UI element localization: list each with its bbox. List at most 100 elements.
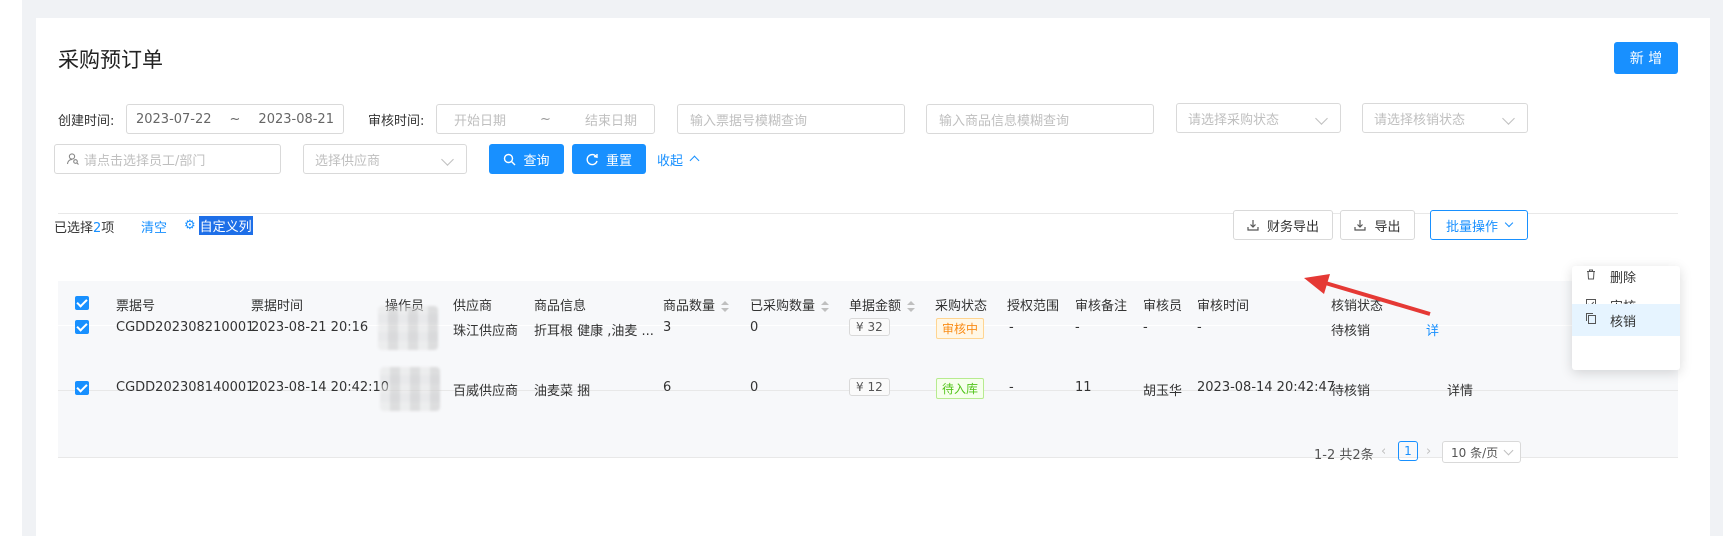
ticket-search-placeholder: 输入票据号模糊查询 xyxy=(690,113,808,129)
download-icon xyxy=(1247,220,1259,231)
row-purchased: 0 xyxy=(750,320,759,335)
purchase-status-select[interactable]: 请选择采购状态 xyxy=(1176,103,1341,133)
menu-item-writeoff-label: 核销 xyxy=(1610,314,1637,330)
header-audit-time: 审核时间 xyxy=(1197,299,1250,314)
sort-icon xyxy=(721,300,730,313)
sort-icon xyxy=(907,300,916,313)
purchase-status-placeholder: 请选择采购状态 xyxy=(1188,112,1280,128)
row-auditor: - xyxy=(1143,320,1148,335)
staff-select-placeholder: 请点击选择员工/部门 xyxy=(84,153,206,169)
header-auditor: 审核员 xyxy=(1143,299,1183,314)
header-scope: 授权范围 xyxy=(1007,299,1060,314)
writeoff-status-select[interactable]: 请选择核销状态 xyxy=(1362,103,1528,133)
created-end-date[interactable]: 2023-08-21 xyxy=(258,112,334,127)
row-scope: - xyxy=(1009,320,1014,335)
row-checkbox[interactable] xyxy=(75,381,89,395)
header-purchased-label: 已采购数量 xyxy=(750,299,816,314)
header-audit-remark: 审核备注 xyxy=(1075,299,1128,314)
prev-page-icon[interactable]: ‹ xyxy=(1381,444,1386,459)
page-title: 采购预订单 xyxy=(58,48,163,72)
header-amount[interactable]: 单据金额 xyxy=(849,295,916,314)
header-ticket: 票据号 xyxy=(116,299,156,314)
row-scope: - xyxy=(1009,380,1014,395)
reset-button-label: 重置 xyxy=(605,153,632,169)
copy-icon xyxy=(1586,313,1598,327)
row-time: 2023-08-14 20:42:10 xyxy=(251,380,390,395)
header-amount-label: 单据金额 xyxy=(849,299,902,314)
audit-start-date[interactable]: 开始日期 xyxy=(454,110,506,129)
search-icon xyxy=(504,153,516,165)
download-icon xyxy=(1354,220,1367,231)
row-product: 折耳根 健康 ,油麦 ... xyxy=(534,324,654,339)
supplier-select-placeholder: 选择供应商 xyxy=(315,153,381,169)
pagination-summary: 1-2 共2条 xyxy=(1314,448,1374,463)
chevron-down-icon xyxy=(1503,445,1514,456)
header-purchased[interactable]: 已采购数量 xyxy=(750,295,830,314)
created-time-label: 创建时间: xyxy=(58,114,115,129)
next-page-icon[interactable]: › xyxy=(1426,444,1431,459)
reset-button[interactable]: 重置 xyxy=(572,144,646,174)
header-purchase-status: 采购状态 xyxy=(935,299,988,314)
export-button[interactable]: 导出 xyxy=(1340,210,1415,240)
row-purchased: 0 xyxy=(750,380,759,395)
batch-operations-button[interactable]: 批量操作 xyxy=(1430,210,1528,240)
trash-icon xyxy=(1586,269,1598,283)
supplier-select[interactable]: 选择供应商 xyxy=(303,144,467,174)
gear-icon: ⚙ xyxy=(184,218,196,233)
product-search-input[interactable]: 输入商品信息模糊查询 xyxy=(926,104,1154,134)
menu-item-delete[interactable]: 删除 xyxy=(1572,260,1680,292)
table-row[interactable]: CGDD202308140001 2023-08-14 20:42:10 百威供… xyxy=(58,367,1678,458)
select-all-checkbox[interactable] xyxy=(75,296,89,310)
header-supplier: 供应商 xyxy=(453,299,493,314)
row-remark: - xyxy=(1075,320,1080,335)
row-details-link[interactable]: 详情 xyxy=(1447,380,1473,399)
batch-operations-menu: 删除 审核 核销 xyxy=(1572,266,1680,370)
header-product: 商品信息 xyxy=(534,299,587,314)
finance-export-label: 财务导出 xyxy=(1266,219,1319,235)
date-separator: ~ xyxy=(229,111,241,127)
reload-icon xyxy=(586,153,598,165)
audit-time-label: 审核时间: xyxy=(368,114,425,129)
row-quantity: 3 xyxy=(663,320,672,335)
page-size-select[interactable]: 10 条/页 xyxy=(1442,441,1521,463)
audit-date-range[interactable]: 开始日期 ~ 结束日期 xyxy=(436,104,655,134)
menu-item-delete-label: 删除 xyxy=(1610,270,1637,286)
staff-select-input[interactable]: 请点击选择员工/部门 xyxy=(54,144,281,174)
add-button[interactable]: 新 增 xyxy=(1614,42,1678,74)
row-checkbox[interactable] xyxy=(75,320,89,334)
row-remark: 11 xyxy=(1075,380,1092,395)
ticket-search-input[interactable]: 输入票据号模糊查询 xyxy=(677,104,905,134)
row-amount: ¥ 12 xyxy=(849,378,890,396)
selection-prefix: 已选择 xyxy=(54,221,94,236)
created-start-date[interactable]: 2023-07-22 xyxy=(136,112,212,127)
custom-columns-label: 自定义列 xyxy=(198,216,253,235)
batch-operations-label: 批量操作 xyxy=(1445,219,1498,235)
chevron-down-icon xyxy=(1504,218,1514,228)
annotation-arrow xyxy=(1304,274,1431,316)
row-audit-time: 2023-08-14 20:42:47 xyxy=(1197,380,1336,395)
chevron-down-icon xyxy=(1502,112,1515,125)
collapse-link[interactable]: 收起 xyxy=(657,150,700,169)
row-time: 2023-08-21 20:16:00 xyxy=(251,320,368,335)
writeoff-status-placeholder: 请选择核销状态 xyxy=(1374,112,1466,128)
selection-suffix: 项 xyxy=(101,221,115,236)
finance-export-button[interactable]: 财务导出 xyxy=(1233,210,1333,240)
chevron-up-icon xyxy=(689,155,700,166)
collapse-label: 收起 xyxy=(657,154,684,169)
selection-info: 已选择2项 xyxy=(54,217,114,236)
row-writeoff: 待核销 xyxy=(1331,384,1371,399)
clear-selection-link[interactable]: 清空 xyxy=(141,217,167,236)
header-quantity[interactable]: 商品数量 xyxy=(663,295,730,314)
audit-end-date[interactable]: 结束日期 xyxy=(585,110,637,129)
custom-columns-link[interactable]: ⚙ 自定义列 xyxy=(184,216,253,235)
row-ticket: CGDD202308140001 xyxy=(116,380,255,395)
page-number-current[interactable]: 1 xyxy=(1398,441,1418,461)
search-button-label: 查询 xyxy=(523,153,550,169)
header-quantity-label: 商品数量 xyxy=(663,299,716,314)
search-button[interactable]: 查询 xyxy=(489,144,564,174)
status-badge: 审核中 xyxy=(936,318,985,339)
created-date-range[interactable]: 2023-07-22 ~ 2023-08-21 xyxy=(126,104,344,134)
menu-item-writeoff[interactable]: 核销 xyxy=(1572,304,1680,336)
export-label: 导出 xyxy=(1374,219,1401,235)
row-product: 油麦菜 捆 xyxy=(534,384,591,399)
